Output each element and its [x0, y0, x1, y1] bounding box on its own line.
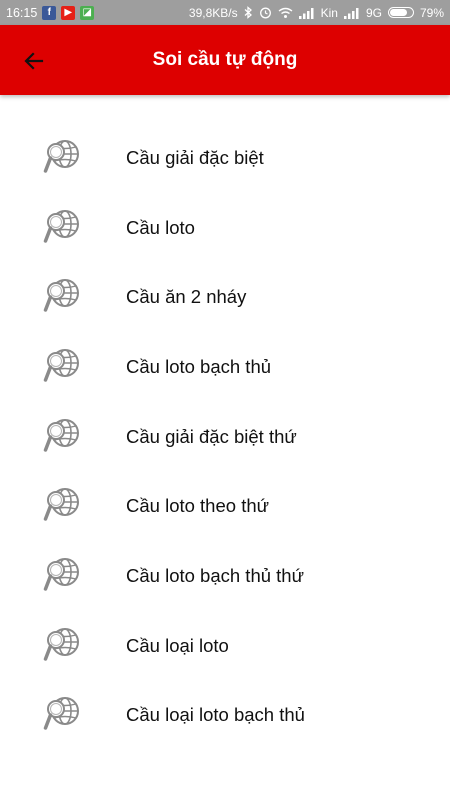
- globe-search-icon: [42, 277, 84, 317]
- battery-icon: [387, 7, 414, 18]
- bluetooth-icon: [244, 6, 252, 19]
- facebook-icon: f: [42, 5, 57, 20]
- arrow-left-icon: [24, 52, 44, 70]
- list-item-5[interactable]: Cầu giải đặc biệt thứ: [0, 402, 450, 472]
- list-item-7[interactable]: Cầu loto bạch thủ thứ: [0, 541, 450, 611]
- network-type: 9G: [365, 5, 382, 20]
- list-item-label: Cầu loại loto: [126, 634, 229, 656]
- globe-search-icon: [42, 138, 84, 178]
- globe-search-icon: [42, 626, 84, 666]
- globe-search-icon: [42, 208, 84, 248]
- wifi-icon: [278, 7, 293, 18]
- globe-search-icon: [42, 695, 84, 735]
- list-item-3[interactable]: Cầu ăn 2 nháy: [0, 262, 450, 332]
- list-item-label: Cầu giải đặc biệt thứ: [126, 425, 297, 447]
- status-time: 16:15: [6, 5, 38, 20]
- list-item-6[interactable]: Cầu loto theo thứ: [0, 471, 450, 541]
- list-item-label: Cầu loto bạch thủ: [126, 355, 272, 377]
- battery-percent: 79%: [419, 5, 444, 20]
- list-item-2[interactable]: Cầu loto: [0, 193, 450, 263]
- green-app-icon: ◪: [80, 5, 95, 20]
- list-item-label: Cầu giải đặc biệt: [126, 146, 264, 168]
- page-title: Soi cầu tự động: [152, 49, 298, 70]
- globe-search-icon: [42, 417, 84, 457]
- list-item-label: Cầu loto bạch thủ thứ: [126, 564, 304, 586]
- menu-list: Cầu giải đặc biệt Cầu loto Cầu ăn 2 nháy…: [0, 123, 450, 750]
- carrier-name: Kin: [320, 5, 338, 20]
- list-item-9[interactable]: Cầu loại loto bạch thủ: [0, 681, 450, 751]
- signal-icon-2: [343, 7, 359, 19]
- signal-icon: [298, 7, 314, 19]
- status-left: 16:15 f ▶ ◪: [6, 5, 95, 20]
- list-item-4[interactable]: Cầu loto bạch thủ: [0, 332, 450, 402]
- app-bar: Soi cầu tự động: [0, 25, 450, 95]
- list-item-8[interactable]: Cầu loại loto: [0, 611, 450, 681]
- list-item-label: Cầu ăn 2 nháy: [126, 286, 247, 308]
- list-item-label: Cầu loto: [126, 216, 195, 238]
- status-bar: 16:15 f ▶ ◪ 39,8KB/s Kin 9G 79%: [0, 0, 450, 25]
- globe-search-icon: [42, 347, 84, 387]
- status-right: 39,8KB/s Kin 9G 79%: [189, 6, 444, 20]
- network-speed: 39,8KB/s: [188, 5, 238, 20]
- youtube-icon: ▶: [61, 5, 76, 20]
- globe-search-icon: [42, 556, 84, 596]
- globe-search-icon: [42, 486, 84, 526]
- back-button[interactable]: [18, 45, 50, 77]
- list-item-label: Cầu loto theo thứ: [126, 495, 270, 517]
- alarm-icon: [259, 7, 271, 19]
- list-item-1[interactable]: Cầu giải đặc biệt: [0, 123, 450, 193]
- list-item-label: Cầu loại loto bạch thủ: [126, 704, 305, 726]
